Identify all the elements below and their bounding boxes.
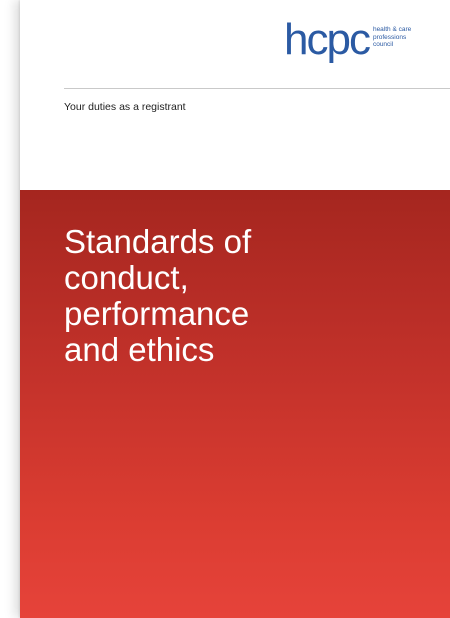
header-divider <box>64 88 450 89</box>
logo-tagline-line: health & care <box>372 26 412 33</box>
title-panel: Standards of conduct, performance and et… <box>20 190 450 618</box>
title-line: conduct, <box>64 259 189 296</box>
logo-tagline: health & care professions council <box>373 26 411 49</box>
logo-tagline-line: council <box>372 41 394 48</box>
document-cover: hcpc health & care professions council Y… <box>20 0 450 618</box>
logo-tagline-line: professions <box>372 33 407 41</box>
cover-subtitle: Your duties as a registrant <box>64 101 186 113</box>
hcpc-logo: hcpc health & care professions council <box>284 15 411 64</box>
page: hcpc health & care professions council Y… <box>0 0 450 618</box>
title-line: performance <box>64 295 250 332</box>
title-line: and ethics <box>64 331 215 368</box>
logo-wordmark: hcpc <box>284 15 371 64</box>
title-line: Standards of <box>64 223 252 260</box>
document-title: Standards of conduct, performance and et… <box>64 224 424 368</box>
